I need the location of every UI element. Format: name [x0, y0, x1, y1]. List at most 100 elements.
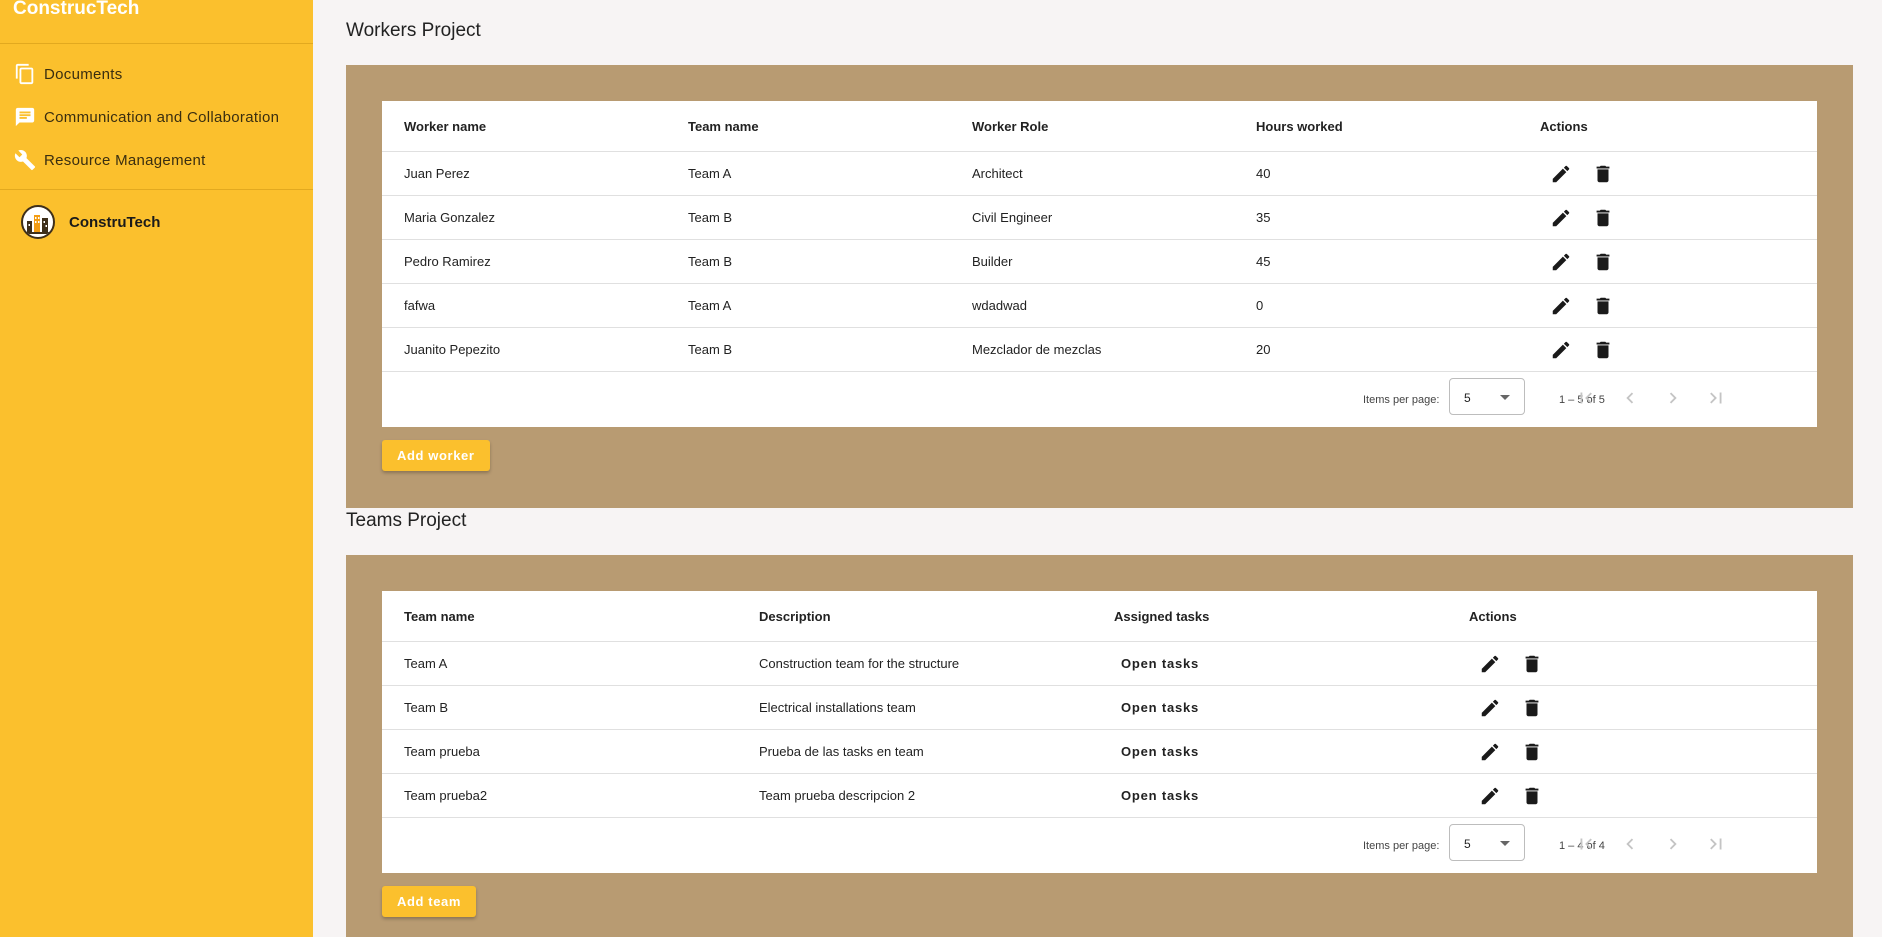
edit-icon[interactable] [1550, 251, 1572, 273]
building-logo-icon [25, 215, 51, 234]
avatar [21, 205, 55, 239]
previous-page-button[interactable] [1618, 386, 1642, 410]
team-name: Team B [404, 700, 449, 715]
sidebar-divider [0, 43, 313, 44]
add-team-button[interactable]: Add team [382, 886, 477, 917]
team-description: Prueba de las tasks en team [759, 744, 924, 759]
column-header: Worker name [404, 118, 487, 134]
user-profile[interactable]: ConstruTech [21, 205, 160, 239]
hours-worked: 0 [1256, 298, 1264, 313]
column-header: Description [759, 608, 831, 624]
sidebar-item-label: Documents [44, 65, 123, 83]
row-actions [1518, 251, 1614, 273]
edit-icon[interactable] [1550, 295, 1572, 317]
first-page-button[interactable] [1574, 386, 1598, 410]
team-name: Team A [404, 656, 448, 671]
column-header: Team name [404, 608, 475, 624]
open-tasks-button[interactable]: Open tasks [1092, 788, 1199, 803]
worker-name: Maria Gonzalez [404, 210, 496, 225]
table-row: Juanito Pepezito Team B Mezclador de mez… [382, 328, 1817, 372]
team-description: Team prueba descripcion 2 [759, 788, 916, 803]
team-name: Team A [688, 166, 732, 181]
delete-icon[interactable] [1521, 653, 1543, 675]
chevron-left-icon [1626, 838, 1634, 850]
next-page-button[interactable] [1661, 832, 1685, 856]
teams-paginator: Items per page: 5 1 – 4 of 4 [382, 818, 1817, 873]
column-header: Team name [688, 118, 759, 134]
delete-icon[interactable] [1592, 339, 1614, 361]
worker-role: wdadwad [972, 298, 1027, 313]
team-name: Team prueba [404, 744, 480, 759]
main-content: Workers Project Worker name Team name Wo… [313, 0, 1882, 937]
row-actions [1447, 785, 1543, 807]
sidebar-item-resource-management[interactable]: Resource Management [14, 146, 206, 174]
delete-icon[interactable] [1521, 741, 1543, 763]
sidebar-item-documents[interactable]: Documents [14, 60, 123, 88]
open-tasks-button[interactable]: Open tasks [1092, 656, 1199, 671]
wrench-icon [14, 149, 36, 171]
worker-role: Mezclador de mezclas [972, 342, 1102, 357]
worker-role: Builder [972, 254, 1013, 269]
delete-icon[interactable] [1521, 697, 1543, 719]
team-name: Team B [688, 342, 733, 357]
hours-worked: 40 [1256, 166, 1271, 181]
delete-icon[interactable] [1592, 251, 1614, 273]
team-name: Team prueba2 [404, 788, 488, 803]
page-size-value: 5 [1464, 391, 1471, 405]
table-row: fafwa Team A wdadwad 0 [382, 284, 1817, 328]
next-page-button[interactable] [1661, 386, 1685, 410]
worker-role: Architect [972, 166, 1023, 181]
team-name: Team A [688, 298, 732, 313]
worker-name: Juan Perez [404, 166, 470, 181]
documents-icon [14, 63, 36, 85]
hours-worked: 35 [1256, 210, 1271, 225]
app-brand: ConstrucTech [13, 0, 140, 19]
items-per-page-select[interactable]: 5 [1449, 378, 1525, 415]
chat-icon [14, 106, 36, 128]
profile-name: ConstruTech [69, 213, 161, 231]
add-worker-button[interactable]: Add worker [382, 440, 490, 471]
edit-icon[interactable] [1550, 163, 1572, 185]
sidebar-item-communication[interactable]: Communication and Collaboration [14, 103, 279, 131]
row-actions [1518, 207, 1614, 229]
workers-paginator: Items per page: 5 1 – 5 of 5 [382, 372, 1817, 427]
worker-name: Pedro Ramirez [404, 254, 491, 269]
table-row: Maria Gonzalez Team B Civil Engineer 35 [382, 196, 1817, 240]
first-page-icon [1580, 392, 1592, 404]
chevron-left-icon [1626, 392, 1634, 404]
edit-icon[interactable] [1550, 207, 1572, 229]
row-actions [1447, 697, 1543, 719]
items-per-page-select[interactable]: 5 [1449, 824, 1525, 861]
open-tasks-button[interactable]: Open tasks [1092, 700, 1199, 715]
previous-page-button[interactable] [1618, 832, 1642, 856]
last-page-icon [1710, 838, 1722, 850]
delete-icon[interactable] [1521, 785, 1543, 807]
sidebar-item-label: Resource Management [44, 151, 206, 169]
edit-icon[interactable] [1479, 741, 1501, 763]
delete-icon[interactable] [1592, 207, 1614, 229]
workers-panel: Worker name Team name Worker Role Hours … [346, 65, 1853, 508]
chevron-right-icon [1669, 838, 1677, 850]
edit-icon[interactable] [1479, 785, 1501, 807]
edit-icon[interactable] [1479, 697, 1501, 719]
column-header: Worker Role [972, 118, 1049, 134]
delete-icon[interactable] [1592, 163, 1614, 185]
edit-icon[interactable] [1550, 339, 1572, 361]
teams-panel: Team name Description Assigned tasks Act… [346, 555, 1853, 937]
last-page-button[interactable] [1704, 832, 1728, 856]
table-row: Team prueba Prueba de las tasks en team … [382, 730, 1817, 774]
items-per-page-label: Items per page: [1363, 840, 1440, 852]
first-page-button[interactable] [1574, 832, 1598, 856]
column-header: Actions [1540, 118, 1588, 134]
last-page-button[interactable] [1704, 386, 1728, 410]
column-header: Actions [1469, 608, 1517, 624]
teams-section-title: Teams Project [346, 510, 467, 531]
edit-icon[interactable] [1479, 653, 1501, 675]
delete-icon[interactable] [1592, 295, 1614, 317]
workers-table: Worker name Team name Worker Role Hours … [382, 101, 1817, 427]
items-per-page-label: Items per page: [1363, 394, 1440, 406]
row-actions [1518, 339, 1614, 361]
row-actions [1518, 163, 1614, 185]
open-tasks-button[interactable]: Open tasks [1092, 744, 1199, 759]
worker-role: Civil Engineer [972, 210, 1053, 225]
